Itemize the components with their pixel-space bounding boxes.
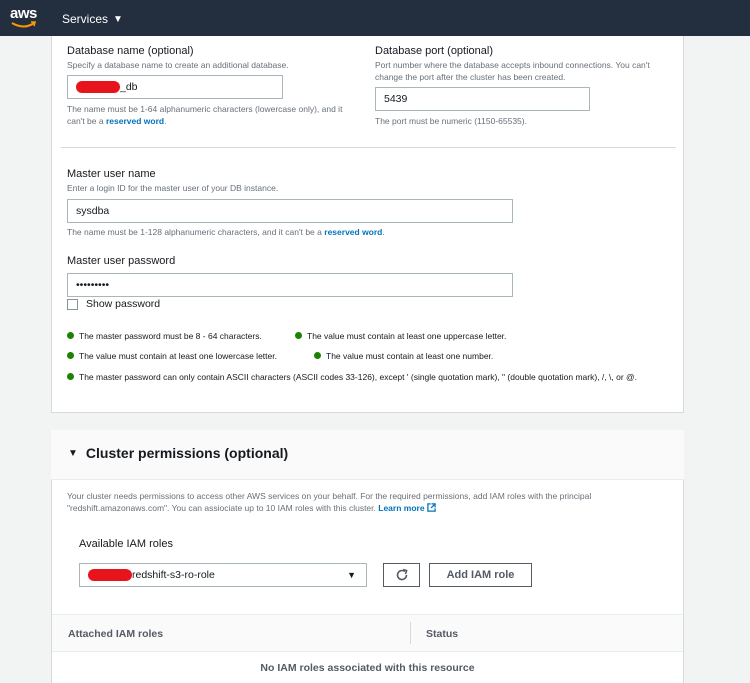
master-password-value: ••••••••• — [76, 279, 110, 291]
database-name-input[interactable]: _db — [67, 75, 283, 99]
database-port-input[interactable]: 5439 — [375, 87, 590, 111]
password-rule: The master password can only contain ASC… — [67, 371, 657, 383]
database-port-value: 5439 — [384, 93, 408, 105]
check-dot-icon — [295, 332, 302, 339]
column-divider — [410, 622, 411, 644]
password-rule-text: The value must contain at least one numb… — [326, 351, 494, 361]
services-label: Services — [62, 12, 109, 26]
master-user-description: Enter a login ID for the master user of … — [67, 183, 279, 193]
available-iam-roles-label: Available IAM roles — [79, 538, 173, 550]
services-menu[interactable]: Services ▼ — [62, 12, 123, 26]
aws-logo[interactable]: aws — [10, 6, 40, 30]
password-rule: The value must contain at least one numb… — [314, 350, 493, 362]
section-divider — [61, 147, 676, 148]
iam-role-selected-value: redshift-s3-ro-role — [132, 569, 215, 581]
check-dot-icon — [67, 373, 74, 380]
add-iam-role-button[interactable]: Add IAM role — [429, 563, 532, 587]
cluster-permissions-title-text: Cluster permissions (optional) — [85, 445, 289, 461]
database-port-hint: The port must be numeric (1150-65535). — [375, 116, 527, 126]
database-name-value: _db — [120, 81, 138, 93]
master-password-label: Master user password — [67, 255, 176, 267]
cluster-permissions-description: Your cluster needs permissions to access… — [67, 490, 672, 514]
password-rule-text: The value must contain at least one uppe… — [307, 331, 507, 341]
database-name-hint: The name must be 1-64 alphanumeric chara… — [67, 103, 357, 127]
check-dot-icon — [67, 332, 74, 339]
password-rule-text: The master password can only contain ASC… — [79, 372, 637, 382]
external-link-icon — [427, 503, 436, 512]
dropdown-arrow-icon: ▼ — [347, 570, 356, 580]
password-rule-text: The master password must be 8 - 64 chara… — [79, 331, 262, 341]
check-dot-icon — [67, 352, 74, 359]
master-user-label: Master user name — [67, 168, 156, 180]
aws-logo-text: aws — [10, 5, 37, 22]
database-name-description: Specify a database name to create an add… — [67, 60, 289, 70]
cluster-permissions-description-text: Your cluster needs permissions to access… — [67, 491, 592, 513]
column-header-status[interactable]: Status — [426, 628, 458, 640]
reserved-word-link[interactable]: reserved word — [106, 116, 164, 126]
master-user-hint-suffix: . — [382, 227, 385, 237]
database-port-description: Port number where the database accepts i… — [375, 60, 650, 82]
password-rule: The value must contain at least one lowe… — [67, 350, 277, 362]
redacted-region — [88, 569, 132, 581]
aws-smile-icon — [11, 21, 37, 28]
show-password-checkbox[interactable] — [67, 299, 78, 310]
learn-more-link[interactable]: Learn more — [378, 503, 436, 513]
redacted-region — [76, 81, 120, 93]
iam-role-select[interactable]: redshift-s3-ro-role ▼ — [79, 563, 367, 587]
show-password-label: Show password — [86, 298, 161, 310]
refresh-icon — [396, 568, 408, 581]
learn-more-text: Learn more — [378, 503, 425, 513]
password-rule: The value must contain at least one uppe… — [295, 330, 506, 342]
master-user-hint-text: The name must be 1-128 alphanumeric char… — [67, 227, 322, 237]
password-rule-text: The value must contain at least one lowe… — [79, 351, 277, 361]
database-name-label: Database name (optional) — [67, 45, 194, 57]
top-nav: aws Services ▼ — [0, 0, 750, 36]
column-header-attached-roles[interactable]: Attached IAM roles — [68, 628, 163, 640]
database-port-label: Database port (optional) — [375, 45, 494, 57]
reserved-word-link[interactable]: reserved word — [324, 227, 382, 237]
master-user-value: sysdba — [76, 205, 110, 217]
refresh-button[interactable] — [383, 563, 420, 587]
master-user-input[interactable]: sysdba — [67, 199, 513, 223]
collapse-triangle-icon: ▼ — [68, 447, 78, 459]
password-rule: The master password must be 8 - 64 chara… — [67, 330, 262, 342]
master-user-hint: The name must be 1-128 alphanumeric char… — [67, 226, 385, 238]
cluster-permissions-title[interactable]: ▼ Cluster permissions (optional) — [68, 445, 288, 461]
master-password-input[interactable]: ••••••••• — [67, 273, 513, 297]
check-dot-icon — [314, 352, 321, 359]
caret-down-icon: ▼ — [113, 13, 123, 25]
empty-table-message: No IAM roles associated with this resour… — [260, 662, 475, 674]
database-name-hint-suffix: . — [164, 116, 167, 126]
